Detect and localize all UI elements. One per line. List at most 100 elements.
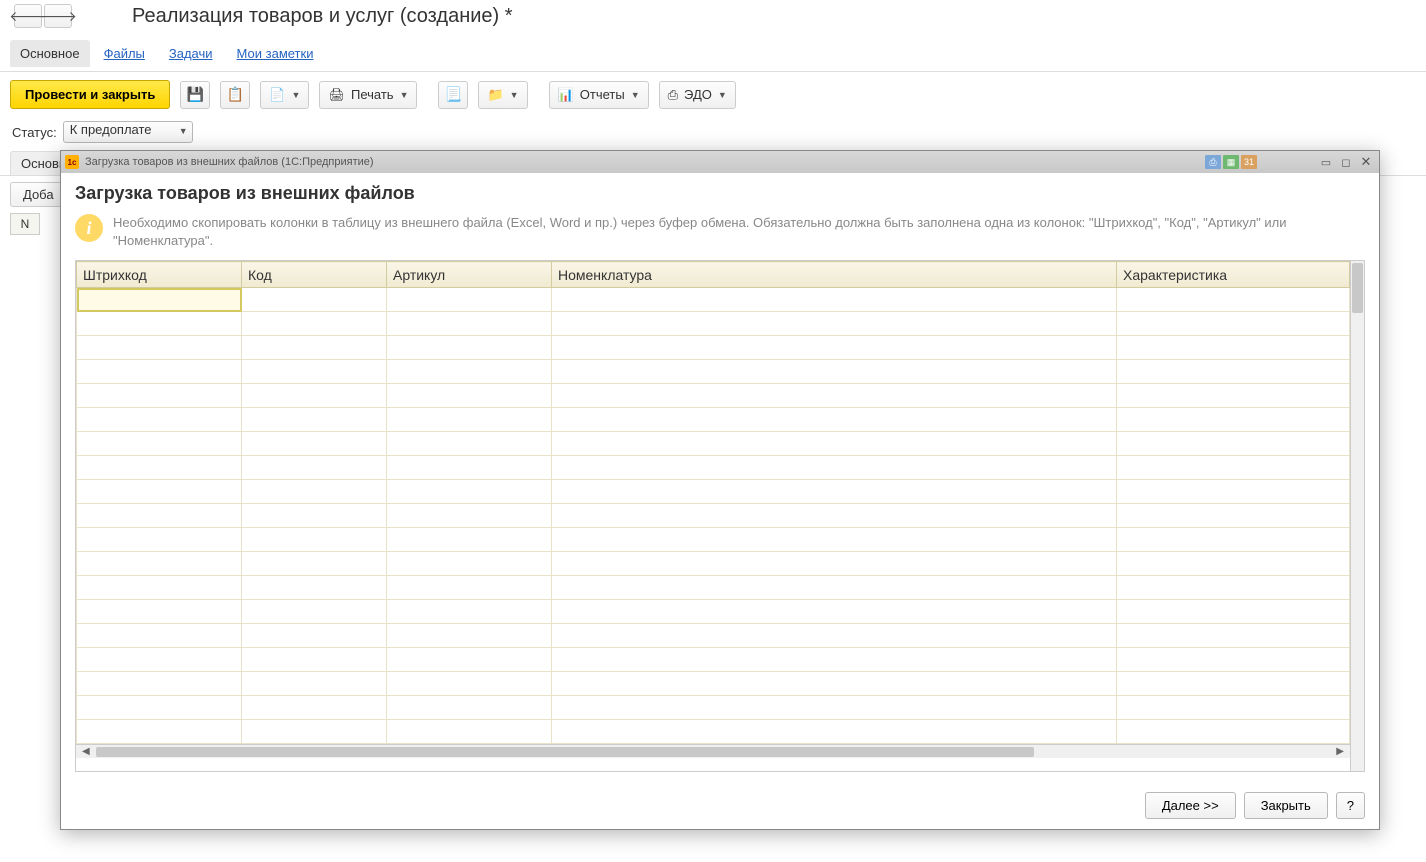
grid-cell[interactable] [387,552,552,576]
grid-cell[interactable] [242,384,387,408]
grid-cell[interactable] [552,624,1117,648]
minimize-button[interactable]: ▭ [1317,154,1335,170]
grid-cell[interactable] [77,696,242,720]
grid-cell[interactable] [552,696,1117,720]
grid-cell[interactable] [552,480,1117,504]
grid-cell[interactable] [1117,312,1350,336]
grid-cell[interactable] [242,360,387,384]
grid-cell[interactable] [77,336,242,360]
grid-cell[interactable] [242,624,387,648]
grid-cell[interactable] [77,504,242,528]
scroll-left-icon[interactable]: ◀ [80,746,92,757]
grid-cell[interactable] [387,672,552,696]
grid-cell[interactable] [552,528,1117,552]
col-article-header[interactable]: Артикул [387,262,552,288]
grid-cell[interactable] [387,504,552,528]
grid-cell[interactable] [387,600,552,624]
col-characteristic-header[interactable]: Характеристика [1117,262,1350,288]
col-barcode-header[interactable]: Штрихкод [77,262,242,288]
grid-cell[interactable] [552,432,1117,456]
horizontal-scrollbar[interactable]: ◀ ▶ [76,744,1350,758]
grid-cell[interactable] [242,456,387,480]
grid-cell[interactable] [242,696,387,720]
save-icon[interactable]: 💾 [180,81,210,109]
tab-notes[interactable]: Мои заметки [227,40,324,67]
grid-cell[interactable] [387,288,552,312]
forward-button[interactable]: 🡒 [44,4,72,28]
grid-cell[interactable] [1117,360,1350,384]
grid-cell[interactable] [77,528,242,552]
grid-cell[interactable] [387,528,552,552]
grid-cell[interactable] [77,720,242,744]
grid-cell[interactable] [387,312,552,336]
grid-cell[interactable] [242,552,387,576]
scroll-track[interactable] [96,747,1331,757]
grid-cell[interactable] [1117,408,1350,432]
grid-cell[interactable] [242,432,387,456]
grid-cell[interactable] [77,288,242,312]
grid-body[interactable] [77,288,1350,744]
grid-cell[interactable] [242,408,387,432]
grid-cell[interactable] [1117,624,1350,648]
grid-cell[interactable] [552,288,1117,312]
grid-cell[interactable] [242,672,387,696]
maximize-button[interactable]: ◻ [1337,154,1355,170]
scroll-thumb[interactable] [1352,263,1363,313]
calc-icon[interactable]: ▦ [1223,155,1239,169]
grid-cell[interactable] [552,600,1117,624]
grid-cell[interactable] [77,408,242,432]
grid-cell[interactable] [387,432,552,456]
grid-cell[interactable] [1117,552,1350,576]
grid-cell[interactable] [1117,648,1350,672]
grid-cell[interactable] [387,624,552,648]
help-button[interactable]: ? [1336,792,1365,819]
grid-cell[interactable] [387,720,552,744]
close-dialog-button[interactable]: Закрыть [1244,792,1328,819]
grid-cell[interactable] [552,672,1117,696]
import-grid[interactable]: Штрихкод Код Артикул Номенклатура Характ… [76,261,1350,771]
col-nomenclature-header[interactable]: Номенклатура [552,262,1117,288]
grid-cell[interactable] [387,336,552,360]
grid-cell[interactable] [387,696,552,720]
grid-cell[interactable] [552,408,1117,432]
grid-cell[interactable] [242,648,387,672]
grid-cell[interactable] [242,312,387,336]
status-select[interactable]: К предоплате ▼ [63,121,193,143]
grid-cell[interactable] [1117,600,1350,624]
grid-cell[interactable] [242,336,387,360]
grid-cell[interactable] [552,456,1117,480]
grid-cell[interactable] [242,720,387,744]
grid-cell[interactable] [387,384,552,408]
grid-cell[interactable] [387,408,552,432]
grid-cell[interactable] [77,384,242,408]
grid-cell[interactable] [1117,480,1350,504]
grid-cell[interactable] [77,480,242,504]
grid-cell[interactable] [242,600,387,624]
create-based-on-dropdown[interactable]: 📄▼ [260,81,309,109]
grid-cell[interactable] [552,648,1117,672]
grid-cell[interactable] [1117,720,1350,744]
grid-cell[interactable] [242,480,387,504]
grid-cell[interactable] [1117,576,1350,600]
grid-cell[interactable] [1117,456,1350,480]
grid-cell[interactable] [242,528,387,552]
grid-cell[interactable] [1117,696,1350,720]
grid-cell[interactable] [77,552,242,576]
grid-cell[interactable] [1117,288,1350,312]
scroll-right-icon[interactable]: ▶ [1334,746,1346,757]
col-code-header[interactable]: Код [242,262,387,288]
grid-cell[interactable] [1117,336,1350,360]
tab-tasks[interactable]: Задачи [159,40,223,67]
grid-cell[interactable] [1117,528,1350,552]
grid-cell[interactable] [77,576,242,600]
grid-cell[interactable] [552,552,1117,576]
grid-cell[interactable] [242,288,387,312]
print-dropdown[interactable]: 🖨Печать▼ [319,81,417,109]
post-icon[interactable]: 📋 [220,81,250,109]
grid-cell[interactable] [552,384,1117,408]
tab-files[interactable]: Файлы [94,40,155,67]
tab-main[interactable]: Основное [10,40,90,67]
reports-dropdown[interactable]: 📊Отчеты▼ [549,81,649,109]
grid-cell[interactable] [1117,504,1350,528]
edo-dropdown[interactable]: ⎙ЭДО▼ [659,81,736,109]
